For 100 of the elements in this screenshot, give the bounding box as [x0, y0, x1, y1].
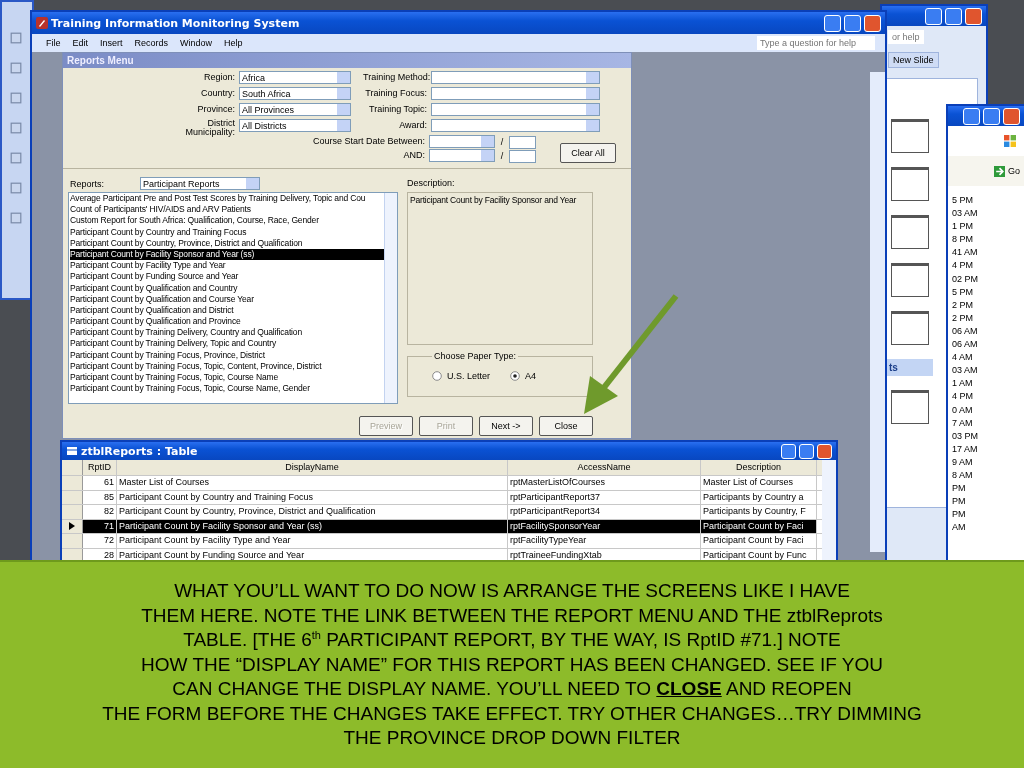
minimize-button[interactable] — [925, 7, 942, 25]
list-item[interactable]: 02 PM — [952, 272, 1024, 286]
list-item[interactable]: AM — [952, 521, 1024, 535]
slide-layout-icon[interactable] — [891, 119, 929, 153]
list-item[interactable]: Participant Count by Qualification and Course Year — [70, 293, 384, 305]
list-item[interactable]: 9 AM — [952, 455, 1024, 469]
list-item[interactable]: 2 PM — [952, 311, 1024, 325]
list-item[interactable]: Participant Count by Qualification and Province — [70, 316, 384, 328]
dropdown[interactable]: All Districts — [239, 119, 351, 132]
slide-layout-icon[interactable] — [891, 215, 929, 249]
list-item[interactable]: Custom Report for South Africa: Qualification, Course, Race, Gender — [70, 215, 384, 227]
list-item[interactable]: 41 AM — [952, 246, 1024, 260]
list-item[interactable]: Count of Participants' HIV/AIDS and ARV Patients — [70, 204, 384, 216]
dropdown[interactable]: Africa — [239, 71, 351, 84]
list-item[interactable]: 8 PM — [952, 233, 1024, 247]
input-field[interactable] — [509, 149, 536, 163]
help-field[interactable]: Type a question for help — [757, 36, 875, 50]
list-item[interactable]: 1 PM — [952, 220, 1024, 234]
dropdown[interactable] — [431, 87, 600, 100]
menu-item[interactable]: Insert — [100, 38, 123, 48]
dropdown[interactable]: All Provinces — [239, 103, 351, 116]
scrollbar[interactable] — [822, 460, 836, 562]
toolbar-icon[interactable] — [10, 92, 22, 104]
maximize-button[interactable] — [844, 14, 861, 32]
list-item[interactable]: Participant Count by Facility Type and Year — [70, 260, 384, 272]
list-item[interactable]: Participant Count by Funding Source and Year — [70, 271, 384, 283]
slide-layout-icon[interactable] — [891, 311, 929, 345]
list-item[interactable]: 4 AM — [952, 351, 1024, 365]
slide-layout-icon[interactable] — [891, 263, 929, 297]
toolbar-icon[interactable] — [10, 152, 22, 164]
list-item[interactable]: 17 AM — [952, 442, 1024, 456]
list-item[interactable]: Participant Count by Training Focus, Topic, Content, Province, District — [70, 360, 384, 372]
toolbar-icon[interactable] — [10, 212, 22, 224]
close-button[interactable] — [1003, 107, 1020, 125]
list-item[interactable]: Participant Count by Qualification and District — [70, 304, 384, 317]
clear-all-button[interactable]: Clear All — [560, 143, 616, 163]
list-item[interactable]: 03 AM — [952, 364, 1024, 378]
list-item[interactable]: 06 AM — [952, 338, 1024, 352]
list-item[interactable]: Participant Count by Facility Sponsor and Year (ss) — [70, 248, 384, 261]
list-item[interactable]: PM — [952, 508, 1024, 522]
list-item[interactable]: 2 PM — [952, 298, 1024, 312]
minimize-button[interactable] — [824, 14, 841, 32]
list-item[interactable]: Participant Count by Training Focus, Topic, Course Name — [70, 372, 384, 384]
list-item[interactable]: 03 AM — [952, 207, 1024, 221]
input-field[interactable] — [509, 135, 536, 149]
maximize-button[interactable] — [945, 7, 962, 25]
dropdown[interactable] — [431, 71, 600, 84]
list-item[interactable]: Participant Count by Training Delivery, Country and Qualification — [70, 327, 384, 339]
dropdown[interactable] — [429, 149, 495, 162]
maximize-button[interactable] — [799, 443, 814, 459]
list-item[interactable]: Participant Count by Training Delivery, Topic and Country — [70, 338, 384, 350]
list-item[interactable]: 4 PM — [952, 259, 1024, 273]
menu-item[interactable]: Window — [180, 38, 213, 48]
form-button[interactable]: Next -> — [479, 416, 533, 436]
list-item[interactable]: Participant Count by Country and Training Focus — [70, 226, 384, 238]
toolbar-icon[interactable] — [10, 122, 22, 134]
maximize-button[interactable] — [983, 107, 1000, 125]
close-button[interactable] — [864, 14, 881, 32]
scrollbar[interactable] — [384, 193, 397, 403]
menu-item[interactable]: Help — [224, 38, 243, 48]
close-button[interactable] — [965, 7, 982, 25]
go-button[interactable]: Go — [994, 165, 1020, 177]
list-item[interactable]: 1 AM — [952, 377, 1024, 391]
list-item[interactable]: Participant Count by Country, Province, District and Qualification — [70, 237, 384, 249]
toolbar-icon[interactable] — [10, 62, 22, 74]
toolbar-icon[interactable] — [10, 182, 22, 194]
slide-layout-icon[interactable] — [891, 390, 929, 424]
minimize-button[interactable] — [781, 443, 796, 459]
list-item[interactable]: 03 PM — [952, 429, 1024, 443]
radio-button[interactable] — [432, 371, 442, 381]
menu-item[interactable]: Edit — [72, 38, 89, 48]
dropdown[interactable]: Participant Reports — [140, 177, 260, 190]
dropdown[interactable] — [429, 135, 495, 148]
list-item[interactable]: PM — [952, 495, 1024, 509]
list-item[interactable]: 8 AM — [952, 468, 1024, 483]
close-button[interactable] — [817, 443, 832, 459]
list-item[interactable]: Participant Count by Training Focus, Province, District — [70, 349, 384, 361]
minimize-button[interactable] — [963, 107, 980, 125]
scrollbar[interactable] — [870, 72, 885, 552]
list-item[interactable]: PM — [952, 482, 1024, 496]
dropdown[interactable] — [431, 119, 600, 132]
dropdown[interactable]: South Africa — [239, 87, 351, 100]
list-item[interactable]: 0 AM — [952, 403, 1024, 417]
list-item[interactable]: Participant Count by Qualification and Country — [70, 282, 384, 294]
list-item[interactable]: 5 PM — [952, 285, 1024, 299]
list-item[interactable]: Participant Count by Training Focus, Topic, Course Name, Gender — [70, 383, 384, 395]
list-item[interactable]: 5 PM — [952, 194, 1024, 208]
list-item[interactable]: Average Participant Pre and Post Test Scores by Training Delivery, Topic and Cou — [70, 193, 384, 205]
new-slide-button[interactable]: New Slide — [888, 52, 939, 68]
dropdown[interactable] — [431, 103, 600, 116]
toolbar-icon[interactable] — [10, 32, 22, 44]
list-item[interactable]: 7 AM — [952, 416, 1024, 430]
menu-item[interactable]: File — [46, 38, 61, 48]
form-button[interactable]: Close — [539, 416, 593, 436]
list-item[interactable]: 06 AM — [952, 324, 1024, 339]
slide-layout-icon[interactable] — [891, 167, 929, 201]
menu-item[interactable]: Records — [134, 38, 169, 48]
radio-button[interactable] — [510, 371, 521, 381]
list-item[interactable]: 4 PM — [952, 390, 1024, 404]
help-field[interactable]: or help — [888, 30, 924, 44]
